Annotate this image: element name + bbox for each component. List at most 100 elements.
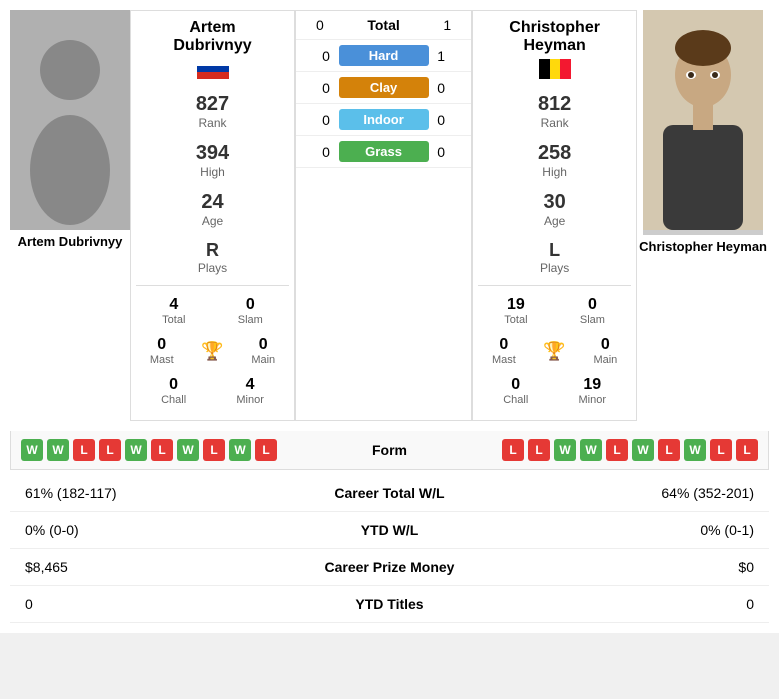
right-plays-label: Plays (540, 261, 569, 275)
form-badge-w: W (229, 439, 251, 461)
left-trophy-row: 0 Mast 🏆 0 Main (136, 336, 289, 366)
surface-row-grass: 0 Grass 0 (296, 136, 471, 168)
main-container: Artem Dubrivnyy Artem Dubrivnyy 827 Rank… (0, 0, 779, 633)
left-player-name: Artem Dubrivnyy (173, 19, 251, 55)
right-minor-cell: 19 Minor (579, 376, 607, 406)
form-badge-w: W (177, 439, 199, 461)
left-age-value: 24 (201, 191, 223, 214)
left-total-cell: 4 Total (162, 296, 185, 326)
left-titles: 0 (10, 586, 276, 623)
career-wl-label: Career Total W/L (276, 475, 504, 512)
form-badge-w: W (632, 439, 654, 461)
left-rank-value: 827 (196, 93, 229, 116)
right-total-cell: 19 Total (504, 296, 527, 326)
stats-table: 61% (182-117) Career Total W/L 64% (352-… (10, 475, 769, 623)
left-form-badges: WWLLWLWLWL (21, 439, 330, 461)
form-badge-w: W (21, 439, 43, 461)
form-badge-w: W (554, 439, 576, 461)
prize-label: Career Prize Money (276, 549, 504, 586)
right-titles: 0 (503, 586, 769, 623)
right-player-photo-wrapper: Christopher Heyman (637, 10, 769, 421)
center-section: 0 Total 1 0 Hard 1 0 Clay 0 0 Indoor 0 0… (295, 10, 472, 421)
right-chall-cell: 0 Chall (503, 376, 528, 406)
form-badge-l: L (710, 439, 732, 461)
right-plays-value: L (540, 240, 569, 261)
surface-row-indoor: 0 Indoor 0 (296, 104, 471, 136)
right-stats-panel: Christopher Heyman 812 Rank 258 High 30 (472, 10, 637, 421)
left-rank-label: Rank (196, 116, 229, 130)
left-stats-panel: Artem Dubrivnyy 827 Rank 394 High 24 (130, 10, 295, 421)
titles-row: 0 YTD Titles 0 (10, 586, 769, 623)
right-slam-cell: 0 Slam (580, 296, 605, 326)
right-age-block: 30 Age (544, 191, 566, 228)
left-ytd-wl: 0% (0-0) (10, 512, 276, 549)
left-career-wl: 61% (182-117) (10, 475, 276, 512)
surface-left-score: 0 (316, 80, 336, 96)
right-career-wl: 64% (352-201) (503, 475, 769, 512)
left-high-label: High (196, 165, 229, 179)
prize-row: $8,465 Career Prize Money $0 (10, 549, 769, 586)
left-rank-block: 827 Rank (196, 93, 229, 130)
form-badge-l: L (736, 439, 758, 461)
left-chall-minor-row: 0 Chall 4 Minor (136, 376, 289, 406)
left-total-score: 0 (316, 17, 324, 33)
left-plays-label: Plays (198, 261, 227, 275)
right-main-cell: 0 Main (593, 336, 617, 366)
form-label: Form (330, 442, 450, 458)
left-high-block: 394 High (196, 142, 229, 179)
surface-badge-grass: Grass (339, 141, 429, 162)
right-age-value: 30 (544, 191, 566, 214)
surface-rows: 0 Hard 1 0 Clay 0 0 Indoor 0 0 Grass 0 (296, 40, 471, 168)
right-rank-block: 812 Rank (538, 93, 571, 130)
right-high-label: High (538, 165, 571, 179)
right-player-photo (643, 10, 763, 235)
top-section: Artem Dubrivnyy Artem Dubrivnyy 827 Rank… (10, 10, 769, 421)
right-total-slam-row: 19 Total 0 Slam (478, 296, 631, 326)
form-badge-l: L (606, 439, 628, 461)
left-age-label: Age (201, 214, 223, 228)
left-main-cell: 0 Main (251, 336, 275, 366)
right-divider (478, 285, 631, 286)
right-player-name-below: Christopher Heyman (637, 239, 769, 254)
surface-row-clay: 0 Clay 0 (296, 72, 471, 104)
surface-badge-indoor: Indoor (339, 109, 429, 130)
form-badge-w: W (47, 439, 69, 461)
form-badge-w: W (684, 439, 706, 461)
ytd-wl-label: YTD W/L (276, 512, 504, 549)
right-ytd-wl: 0% (0-1) (503, 512, 769, 549)
left-slam-cell: 0 Slam (238, 296, 263, 326)
form-badge-l: L (203, 439, 225, 461)
left-total-slam-row: 4 Total 0 Slam (136, 296, 289, 326)
surface-right-score: 0 (431, 112, 451, 128)
titles-label: YTD Titles (276, 586, 504, 623)
left-player-photo-wrapper: Artem Dubrivnyy (10, 10, 130, 421)
surface-badge-hard: Hard (339, 45, 429, 66)
right-rank-label: Rank (538, 116, 571, 130)
career-wl-row: 61% (182-117) Career Total W/L 64% (352-… (10, 475, 769, 512)
surface-row-hard: 0 Hard 1 (296, 40, 471, 72)
surface-left-score: 0 (316, 144, 336, 160)
ytd-wl-row: 0% (0-0) YTD W/L 0% (0-1) (10, 512, 769, 549)
right-rank-value: 812 (538, 93, 571, 116)
surface-badge-clay: Clay (339, 77, 429, 98)
left-plays-block: R Plays (198, 240, 227, 275)
total-label: Total (367, 17, 399, 33)
left-prize: $8,465 (10, 549, 276, 586)
left-divider (136, 285, 289, 286)
total-row: 0 Total 1 (296, 11, 471, 40)
surface-right-score: 1 (431, 48, 451, 64)
form-badge-w: W (125, 439, 147, 461)
surface-left-score: 0 (316, 48, 336, 64)
left-plays-value: R (198, 240, 227, 261)
right-high-block: 258 High (538, 142, 571, 179)
right-plays-block: L Plays (540, 240, 569, 275)
right-age-label: Age (544, 214, 566, 228)
left-minor-cell: 4 Minor (236, 376, 264, 406)
right-mast-cell: 0 Mast (492, 336, 516, 366)
right-trophy-row: 0 Mast 🏆 0 Main (478, 336, 631, 366)
right-prize: $0 (503, 549, 769, 586)
right-player-name: Christopher Heyman (509, 19, 600, 55)
form-badge-l: L (73, 439, 95, 461)
right-flag (539, 59, 571, 79)
right-trophy-icon: 🏆 (543, 341, 565, 362)
